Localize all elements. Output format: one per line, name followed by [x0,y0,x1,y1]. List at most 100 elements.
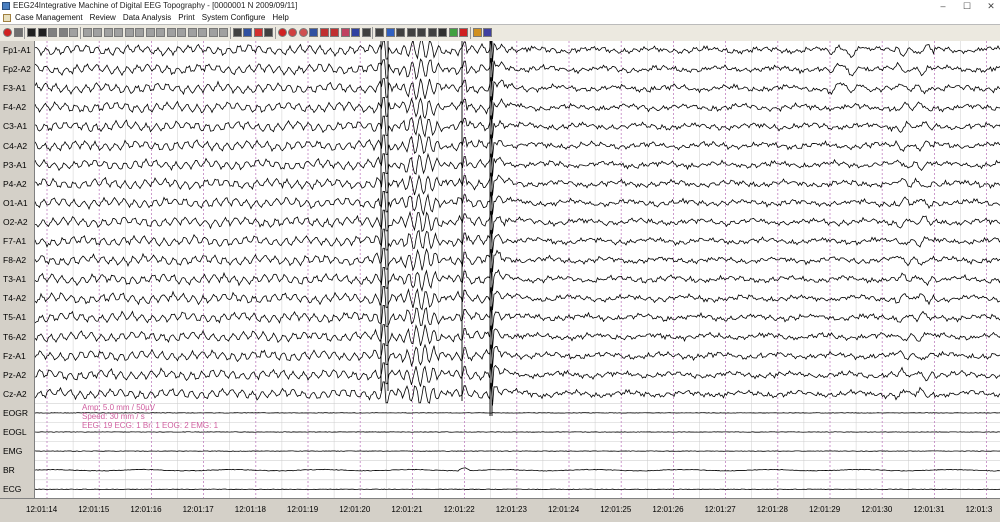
channel-label-panel: Fp1-A1 Fp2-A2 F3-A1 F4-A2 C3-A1 C4-A2 P3-A1 P4-… [0,41,34,498]
channel-label[interactable]: O1-A1 [0,196,34,210]
toolbar-tool-icon[interactable] [375,28,384,37]
channel-label[interactable]: EMG [0,444,34,458]
eeg-trace [35,467,1000,472]
menu-item-help[interactable]: Help [272,12,288,24]
toolbar-tool-icon[interactable] [82,28,92,37]
toolbar-tool-icon[interactable] [361,28,371,37]
toolbar-tool-icon[interactable] [472,28,482,37]
channel-label[interactable]: O2-A2 [0,215,34,229]
eeg-trace [35,96,1000,120]
eeg-trace [35,305,1000,330]
toolbar-tool-icon[interactable] [340,28,350,37]
channel-label[interactable]: P4-A2 [0,177,34,191]
toolbar-tool-icon[interactable] [427,28,437,37]
toolbar-tool-icon[interactable] [135,28,144,37]
eeg-trace [35,77,1000,101]
menu-item-print[interactable]: Print [178,12,194,24]
toolbar-tool-icon[interactable] [93,28,102,37]
maximize-icon[interactable]: ☐ [962,0,972,12]
time-label: 12:01:26 [652,505,684,514]
time-label: 12:01:23 [495,505,527,514]
channel-label[interactable]: T3-A1 [0,272,34,286]
channel-label[interactable]: EOGL [0,425,34,439]
toolbar-tool-icon[interactable] [264,28,273,37]
toolbar-tool-icon[interactable] [3,28,12,37]
eeg-trace [35,431,1000,433]
toolbar-tool-icon[interactable] [385,28,395,37]
menu-item-system-configure[interactable]: System Configure [202,12,266,24]
channel-label[interactable]: EOGR [0,406,34,420]
toolbar-separator [79,27,81,39]
time-label: 12:01:30 [861,505,893,514]
toolbar-tool-icon[interactable] [483,28,492,37]
close-icon[interactable]: ✕ [986,0,996,12]
menu-item-review[interactable]: Review [90,12,116,24]
toolbar-tool-icon[interactable] [187,28,197,37]
time-label: 12:01:22 [443,505,475,514]
toolbar-tool-icon[interactable] [406,28,416,37]
channel-label[interactable]: P3-A1 [0,158,34,172]
time-label: 12:01:16 [130,505,162,514]
toolbar-tool-icon[interactable] [351,28,360,37]
channel-label[interactable]: ECG [0,482,34,496]
toolbar-tool-icon[interactable] [448,28,458,37]
toolbar-tool-icon[interactable] [232,28,242,37]
toolbar-tool-icon[interactable] [309,28,318,37]
toolbar-tool-icon[interactable] [219,28,228,37]
channel-label[interactable]: T6-A2 [0,330,34,344]
toolbar-tool-icon[interactable] [298,28,308,37]
toolbar-tool-icon[interactable] [27,28,36,37]
channel-label[interactable]: Fz-A1 [0,349,34,363]
channel-label[interactable]: F7-A1 [0,234,34,248]
toolbar-tool-icon[interactable] [417,28,426,37]
toolbar-tool-icon[interactable] [198,28,207,37]
toolbar-separator [24,27,25,39]
toolbar-tool-icon[interactable] [37,28,47,37]
channel-label[interactable]: Fp2-A2 [0,62,34,76]
channel-label[interactable]: F4-A2 [0,100,34,114]
time-label: 12:01:24 [548,505,580,514]
channel-label[interactable]: Fp1-A1 [0,43,34,57]
toolbar-tool-icon[interactable] [438,28,447,37]
toolbar-tool-icon[interactable] [330,28,339,37]
time-label: 12:01:27 [704,505,736,514]
toolbar-tool-icon[interactable] [288,28,297,37]
toolbar-tool-icon[interactable] [69,28,78,37]
document-icon[interactable] [3,14,11,22]
channel-label[interactable]: C4-A2 [0,139,34,153]
toolbar-tool-icon[interactable] [13,28,23,37]
channel-label[interactable]: F8-A2 [0,253,34,267]
channel-label[interactable]: F3-A1 [0,81,34,95]
toolbar-tool-icon[interactable] [166,28,176,37]
eeg-trace [35,343,1000,368]
toolbar-tool-icon[interactable] [124,28,134,37]
eeg-trace [35,450,1000,452]
toolbar-tool-icon[interactable] [156,28,165,37]
toolbar-tool-icon[interactable] [396,28,405,37]
toolbar-tool-icon[interactable] [253,28,263,37]
channel-label[interactable]: T5-A1 [0,310,34,324]
channel-label[interactable]: C3-A1 [0,119,34,133]
window-controls: – ☐ ✕ [938,0,996,12]
minimize-icon[interactable]: – [938,0,948,12]
channel-label[interactable]: BR [0,463,34,477]
menu-item-case-management[interactable]: Case Management [15,12,83,24]
toolbar-tool-icon[interactable] [459,28,468,37]
toolbar-tool-icon[interactable] [277,28,287,37]
channel-label[interactable]: Pz-A2 [0,368,34,382]
eeg-trace [35,152,1000,177]
toolbar-tool-icon[interactable] [319,28,329,37]
menu-item-data-analysis[interactable]: Data Analysis [123,12,171,24]
toolbar-separator [274,27,276,39]
channel-label[interactable]: Cz-A2 [0,387,34,401]
toolbar-tool-icon[interactable] [103,28,113,37]
toolbar-tool-icon[interactable] [48,28,57,37]
channel-label[interactable]: T4-A2 [0,291,34,305]
toolbar-tool-icon[interactable] [208,28,218,37]
toolbar-tool-icon[interactable] [177,28,186,37]
time-label: 12:01:19 [287,505,319,514]
toolbar-tool-icon[interactable] [145,28,155,37]
toolbar-tool-icon[interactable] [58,28,68,37]
toolbar-tool-icon[interactable] [114,28,123,37]
toolbar-tool-icon[interactable] [243,28,252,37]
